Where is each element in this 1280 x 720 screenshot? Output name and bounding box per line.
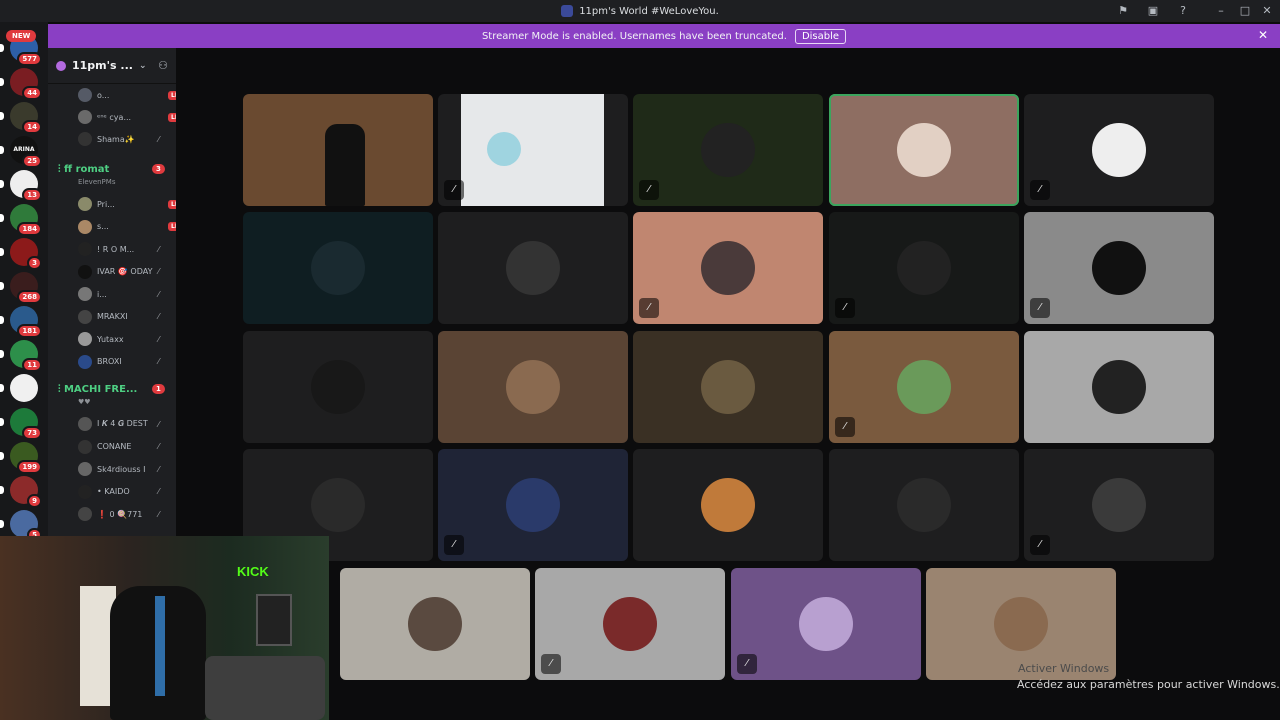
participant-tile[interactable]: ⁄	[829, 212, 1019, 324]
participant-tile[interactable]	[243, 94, 433, 206]
participant-tile[interactable]	[438, 212, 628, 324]
webcam-monitor	[256, 594, 292, 646]
kick-sign: KICK	[237, 564, 269, 579]
participant-avatar	[799, 597, 853, 651]
participant-avatar	[1092, 478, 1146, 532]
activation-title: Activer Windows	[1018, 662, 1110, 675]
participant-avatar	[311, 360, 365, 414]
participant-avatar	[311, 478, 365, 532]
participant-tile[interactable]	[829, 449, 1019, 561]
muted-mic-icon: ⁄	[1030, 298, 1050, 318]
muted-mic-icon: ⁄	[541, 654, 561, 674]
participant-avatar	[897, 241, 951, 295]
participant-avatar	[897, 360, 951, 414]
participant-tile[interactable]	[243, 331, 433, 443]
participant-avatar	[897, 478, 951, 532]
participant-tile[interactable]	[340, 568, 530, 680]
participant-avatar	[897, 123, 951, 177]
participant-avatar	[506, 360, 560, 414]
participant-avatar	[311, 241, 365, 295]
participant-avatar	[1092, 360, 1146, 414]
participant-tile[interactable]	[633, 331, 823, 443]
participant-tile[interactable]: ⁄	[633, 212, 823, 324]
participant-tile[interactable]: ⁄	[1024, 212, 1214, 324]
participant-avatar	[408, 597, 462, 651]
participant-avatar	[701, 241, 755, 295]
muted-mic-icon: ⁄	[737, 654, 757, 674]
participant-tile[interactable]: ⁄	[438, 94, 628, 206]
stream-chair-preview	[325, 124, 365, 206]
participant-avatar	[701, 478, 755, 532]
participant-tile[interactable]: ⁄	[731, 568, 921, 680]
participant-tile[interactable]	[829, 94, 1019, 206]
participant-avatar	[994, 597, 1048, 651]
streamer-webcam: KICK	[0, 536, 329, 720]
muted-mic-icon: ⁄	[1030, 180, 1050, 200]
participant-avatar	[603, 597, 657, 651]
screen-share-preview	[461, 94, 604, 206]
new-badge: NEW	[6, 30, 37, 42]
participant-tile[interactable]	[243, 212, 433, 324]
participant-tile[interactable]	[633, 449, 823, 561]
muted-mic-icon: ⁄	[444, 180, 464, 200]
participant-avatar	[701, 360, 755, 414]
muted-mic-icon: ⁄	[639, 298, 659, 318]
participant-tile[interactable]: ⁄	[829, 331, 1019, 443]
webcam-sofa	[205, 656, 325, 720]
muted-mic-icon: ⁄	[639, 180, 659, 200]
webcam-chair-stripe	[155, 596, 165, 696]
participant-avatar	[1092, 241, 1146, 295]
participant-avatar	[701, 123, 755, 177]
activation-message: Accédez aux paramètres pour activer Wind…	[1017, 678, 1280, 691]
participant-tile[interactable]	[438, 331, 628, 443]
participant-avatar	[506, 478, 560, 532]
participant-avatar	[506, 241, 560, 295]
participant-tile[interactable]: ⁄	[438, 449, 628, 561]
participant-tile[interactable]	[1024, 331, 1214, 443]
participant-tile[interactable]: ⁄	[1024, 449, 1214, 561]
participant-tile[interactable]: ⁄	[1024, 94, 1214, 206]
muted-mic-icon: ⁄	[444, 535, 464, 555]
participant-tile[interactable]: ⁄	[633, 94, 823, 206]
muted-mic-icon: ⁄	[835, 298, 855, 318]
participant-tile[interactable]: ⁄	[535, 568, 725, 680]
muted-mic-icon: ⁄	[835, 417, 855, 437]
screen-share-logo	[487, 132, 521, 166]
participant-avatar	[1092, 123, 1146, 177]
muted-mic-icon: ⁄	[1030, 535, 1050, 555]
